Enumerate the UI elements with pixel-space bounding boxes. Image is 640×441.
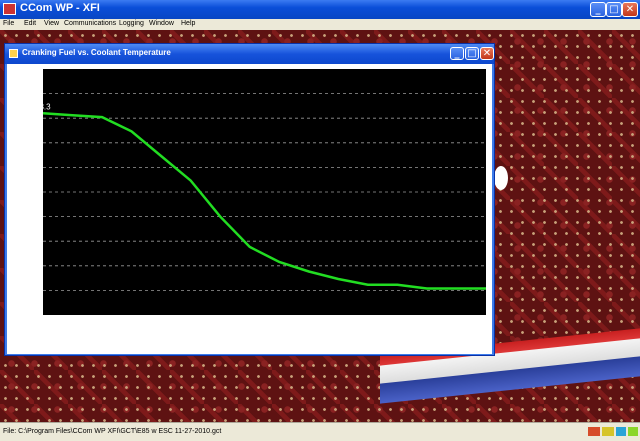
chart-window-title: Cranking Fuel vs. Coolant Temperature (22, 48, 171, 57)
x-tick-label: 85 (188, 319, 195, 327)
app-title: CCom WP - XFI (20, 2, 100, 14)
y-tick-label: 20 (32, 239, 40, 246)
pulse-width-chart: 0 7 13 20 26 33 39 46 52 59 65 0 17 34 51 68 85 102 119 13… (10, 67, 490, 346)
y-axis-label: Pulse Width (mS) (10, 159, 19, 225)
x-tick-label: 187 (365, 319, 372, 331)
y-tick-label: 26 (32, 215, 40, 222)
x-tick-label: 102 (217, 319, 224, 331)
x-tick-label: 119 (247, 319, 254, 330)
chart-window-titlebar[interactable]: Cranking Fuel vs. Coolant Temperature _ … (5, 44, 494, 64)
x-tick-label: 34 (99, 319, 106, 327)
y-tick-label: 0 (36, 313, 40, 320)
minimize-button[interactable]: _ (590, 2, 606, 17)
x-axis-label: Coolant Temp. (°F) (229, 337, 300, 346)
maximize-button[interactable]: □ (606, 2, 622, 17)
app-icon (3, 3, 16, 15)
x-tick-label: 238 (453, 319, 460, 331)
x-tick-label: 221 (424, 319, 431, 331)
x-tick-label: 153 (306, 319, 313, 331)
status-file-path: File: C:\Program Files\CCom WP XFI\GCT\E… (3, 428, 222, 435)
x-tick-label: 17 (70, 319, 77, 327)
menu-bar: File Edit View Communications Logging Wi… (0, 19, 640, 30)
y-tick-label: 65 (32, 67, 40, 74)
resize-grip-icon[interactable] (588, 426, 638, 437)
menu-edit[interactable]: Edit (24, 20, 36, 27)
y-tick-label: 33 (32, 190, 40, 197)
y-tick-label: 39 (32, 165, 40, 172)
chart-minimize-button[interactable]: _ (450, 47, 464, 60)
x-tick-label: 136 (276, 319, 283, 331)
close-button[interactable]: ✕ (622, 2, 638, 17)
menu-view[interactable]: View (44, 20, 59, 27)
y-tick-label: 13 (32, 264, 40, 271)
chart-window: Cranking Fuel vs. Coolant Temperature _ … (4, 43, 495, 356)
decor-dot (494, 166, 508, 190)
chart-area: 0 7 13 20 26 33 39 46 52 59 65 0 17 34 51 68 85 102 119 13… (7, 64, 492, 354)
x-tick-label: 51 (129, 319, 136, 327)
data-label: 53.3 (35, 102, 51, 111)
menu-window[interactable]: Window (149, 20, 174, 27)
status-bar: File: C:\Program Files\CCom WP XFI\GCT\E… (0, 422, 640, 441)
chart-maximize-button[interactable]: □ (465, 47, 479, 60)
x-tick-label: 204 (394, 319, 401, 331)
y-tick-label: 46 (32, 141, 40, 148)
menu-logging[interactable]: Logging (119, 20, 144, 27)
x-tick-label: 68 (158, 319, 165, 327)
x-tick-label: 0 (40, 319, 47, 323)
chart-icon (9, 49, 18, 58)
menu-communications[interactable]: Communications (64, 20, 116, 27)
menu-file[interactable]: File (3, 20, 14, 27)
x-tick-label: 255 (483, 319, 490, 331)
menu-help[interactable]: Help (181, 20, 195, 27)
x-tick-label: 170 (335, 319, 342, 331)
y-tick-label: 52 (32, 116, 40, 123)
y-tick-label: 59 (32, 92, 40, 99)
app-titlebar: CCom WP - XFI _ □ ✕ (0, 0, 640, 19)
y-tick-label: 7 (36, 288, 40, 295)
chart-close-button[interactable]: ✕ (480, 47, 494, 60)
